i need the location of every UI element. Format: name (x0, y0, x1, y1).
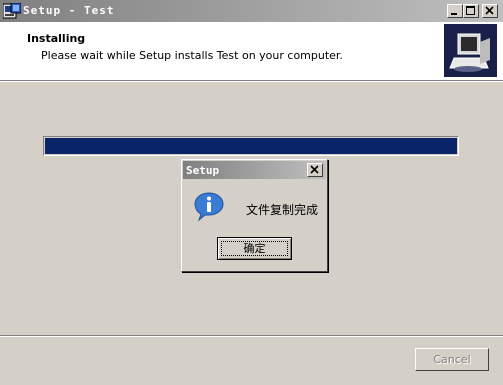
cancel-button[interactable]: Cancel (415, 348, 489, 371)
setup-app-icon (3, 3, 21, 19)
close-icon (485, 6, 494, 15)
dialog-message: 文件复制完成 (246, 203, 319, 217)
ok-button-label: 确定 (243, 242, 266, 255)
maximize-button[interactable] (463, 4, 479, 18)
wizard-header: Installing Please wait while Setup insta… (0, 22, 503, 80)
title-bar[interactable]: Setup - Test (0, 0, 503, 22)
dialog-close-button[interactable] (307, 163, 323, 177)
info-icon (194, 192, 224, 222)
message-dialog: Setup 文件复制完成 确定 (181, 159, 328, 272)
dialog-title: Setup (186, 164, 220, 177)
progress-fill (45, 138, 457, 154)
installer-computer-logo (444, 24, 497, 77)
close-button[interactable] (482, 4, 498, 18)
setup-window: Setup - Test Installing Please wait whil… (0, 0, 503, 385)
install-progress-bar (43, 136, 459, 156)
dialog-title-bar[interactable]: Setup (183, 161, 326, 179)
ok-button[interactable]: 确定 (217, 237, 292, 260)
page-subtitle: Please wait while Setup installs Test on… (41, 49, 343, 62)
minimize-button[interactable] (447, 4, 463, 18)
window-title: Setup - Test (23, 4, 115, 17)
close-icon (310, 165, 319, 174)
page-title: Installing (27, 32, 86, 45)
maximize-icon (466, 6, 475, 15)
minimize-icon (451, 13, 457, 15)
